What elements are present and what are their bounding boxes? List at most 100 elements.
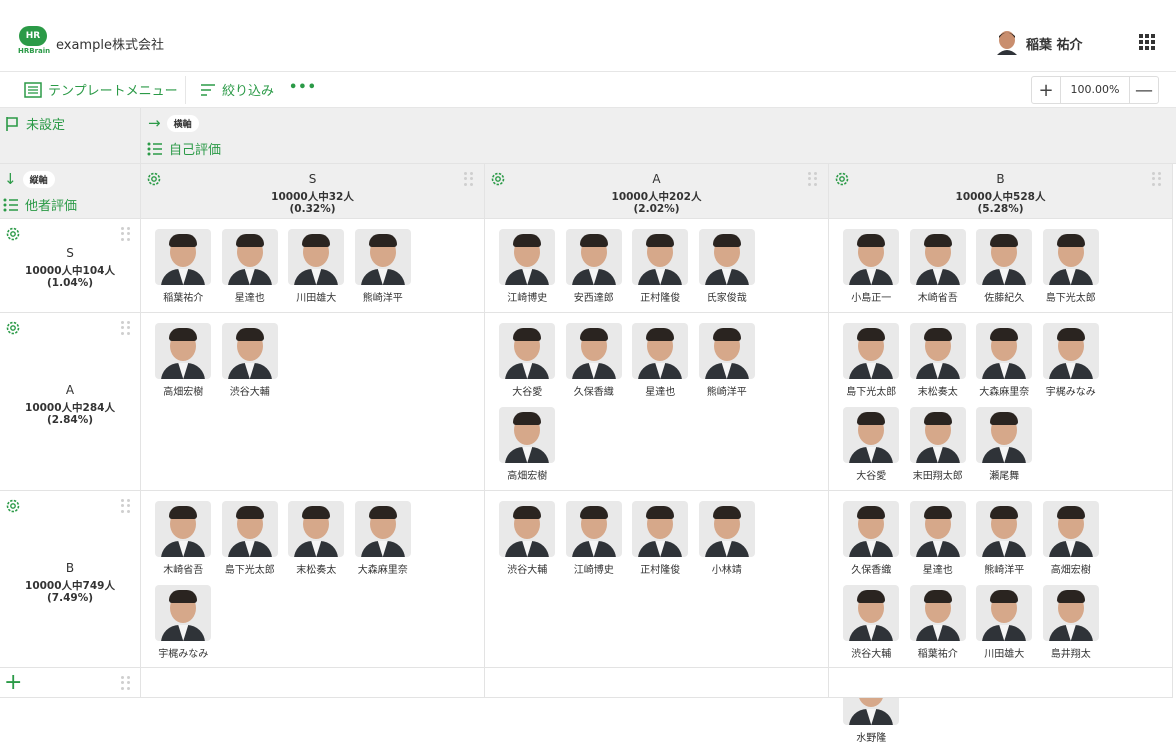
person-card[interactable]: 川田雄大 xyxy=(283,229,350,313)
person-photo xyxy=(909,407,966,463)
person-card[interactable]: 高畑宏樹 xyxy=(494,407,561,491)
person-card[interactable]: 熊崎洋平 xyxy=(350,229,417,313)
person-card[interactable]: 大谷愛 xyxy=(838,407,905,491)
grid-cell-a-s[interactable]: 高畑宏樹 渋谷大輔 xyxy=(141,313,485,491)
person-card[interactable]: 島下光太郎 xyxy=(217,501,284,585)
filter-button[interactable]: 絞り込み xyxy=(200,80,274,99)
add-row-icon[interactable]: + xyxy=(4,672,22,694)
person-card[interactable]: 末松奏太 xyxy=(905,323,972,407)
person-card[interactable]: 星達也 xyxy=(217,229,284,313)
logo-wordmark: HRBrain xyxy=(18,47,51,55)
gear-icon[interactable] xyxy=(5,320,21,336)
row-header-b[interactable]: B 10000人中749人 (7.49%) xyxy=(0,491,141,668)
person-card[interactable]: 渋谷大輔 xyxy=(494,501,561,585)
person-card[interactable]: 江崎博史 xyxy=(561,501,628,585)
drag-handle-icon[interactable] xyxy=(121,227,131,241)
y-axis-selector[interactable]: 他者評価 xyxy=(3,195,77,214)
column-header-s[interactable]: S 10000人中32人 (0.32%) xyxy=(141,164,485,219)
row-title: S xyxy=(66,246,74,260)
person-name: 熊崎洋平 xyxy=(362,293,403,304)
grid-cell-a-a[interactable]: 大谷愛 久保香織 星達也 熊崎洋平高畑宏樹 xyxy=(485,313,829,491)
person-name: 末松奏太 xyxy=(917,387,958,398)
person-card[interactable]: 稲葉祐介 xyxy=(905,585,972,669)
person-photo xyxy=(843,323,900,379)
gear-icon[interactable] xyxy=(5,226,21,242)
unset-corner[interactable]: 未設定 xyxy=(0,108,141,164)
grid-cell-a-b[interactable]: 島下光太郎 末松奏太 大森麻里奈 宇梶みなみ大谷愛 末田翔太郎 瀬尾舞 xyxy=(829,313,1173,491)
person-card[interactable]: 渋谷大輔 xyxy=(838,585,905,669)
person-name: 島下光太郎 xyxy=(846,387,897,398)
person-name: 江崎博史 xyxy=(573,565,614,576)
x-axis-selector[interactable]: 自己評価 xyxy=(147,139,221,158)
person-card[interactable]: 星達也 xyxy=(905,501,972,585)
unset-label: 未設定 xyxy=(26,118,66,133)
person-card[interactable]: 大森麻里奈 xyxy=(971,323,1038,407)
app-grid-icon[interactable] xyxy=(1139,34,1155,50)
person-card[interactable]: 高畑宏樹 xyxy=(1038,501,1105,585)
person-card[interactable]: 熊崎洋平 xyxy=(694,323,761,407)
grid-cell-s-a[interactable]: 江崎博史安西達郎正村隆俊氏家俊哉小林靖 xyxy=(485,219,829,388)
person-card[interactable]: 川田雄大 xyxy=(971,585,1038,669)
person-name: 渋谷大輔 xyxy=(851,649,892,660)
person-card[interactable]: 木崎省吾 xyxy=(150,501,217,585)
person-card[interactable]: 江崎博史 xyxy=(494,229,561,313)
person-card[interactable]: 宇梶みなみ xyxy=(150,585,217,669)
person-card[interactable]: 大谷愛 xyxy=(494,323,561,407)
grid-cell-s-b[interactable]: 小島正一木崎省吾佐藤紀久島下光太郎末田翔太郎 xyxy=(829,219,1173,388)
person-card[interactable]: 星達也 xyxy=(627,323,694,407)
grid-cell-s-s[interactable]: 稲葉祐介星達也川田雄大熊崎洋平島井翔太 xyxy=(141,219,485,388)
column-percent: (2.02%) xyxy=(633,203,680,215)
grid-cell-b-a[interactable]: 渋谷大輔 江崎博史 正村隆俊 小林靖 xyxy=(485,491,829,668)
person-card[interactable]: 小島正一 xyxy=(838,229,905,313)
person-card[interactable]: 宇梶みなみ xyxy=(1038,323,1105,407)
person-card[interactable]: 久保香織 xyxy=(561,323,628,407)
person-card[interactable]: 高畑宏樹 xyxy=(150,323,217,407)
more-options-button[interactable]: ••• xyxy=(289,80,317,95)
person-card[interactable]: 島下光太郎 xyxy=(1038,229,1105,313)
person-card[interactable]: 熊崎洋平 xyxy=(971,501,1038,585)
row-count: 10000人中104人 xyxy=(25,265,115,277)
toolbar-divider xyxy=(185,76,186,104)
zoom-out-button[interactable]: — xyxy=(1130,77,1158,103)
person-card[interactable]: 正村隆俊 xyxy=(627,229,694,313)
person-name: 江崎博史 xyxy=(507,293,548,304)
person-card[interactable]: 氏家俊哉 xyxy=(694,229,761,313)
person-card[interactable]: 稲葉祐介 xyxy=(150,229,217,313)
drag-handle-icon[interactable] xyxy=(121,676,131,690)
template-menu-button[interactable]: テンプレートメニュー xyxy=(24,80,178,99)
person-card[interactable]: 島井翔太 xyxy=(1038,585,1105,669)
person-name: 稲葉祐介 xyxy=(917,649,958,660)
zoom-in-button[interactable]: + xyxy=(1032,77,1060,103)
person-card[interactable]: 正村隆俊 xyxy=(627,501,694,585)
column-header-a[interactable]: A 10000人中202人 (2.02%) xyxy=(485,164,829,219)
grid-cell-b-b[interactable]: 久保香織 星達也 熊崎洋平 高畑宏樹 渋谷大輔 稲葉祐介 川田雄大 島井翔太 水野隆 xyxy=(829,491,1173,744)
person-photo xyxy=(565,501,622,557)
person-name: 熊崎洋平 xyxy=(706,387,747,398)
user-avatar[interactable] xyxy=(996,29,1018,55)
person-card[interactable]: 瀬尾舞 xyxy=(971,407,1038,491)
person-card[interactable]: 木崎省吾 xyxy=(905,229,972,313)
person-name: 渋谷大輔 xyxy=(229,387,270,398)
hrbrain-logo[interactable]: HR HRBrain xyxy=(18,26,50,58)
person-photo xyxy=(1042,501,1099,557)
person-photo xyxy=(565,323,622,379)
person-card[interactable]: 小林靖 xyxy=(694,501,761,585)
person-name: 星達也 xyxy=(645,387,676,398)
person-card[interactable]: 末田翔太郎 xyxy=(905,407,972,491)
drag-handle-icon[interactable] xyxy=(121,321,131,335)
person-card[interactable]: 大森麻里奈 xyxy=(350,501,417,585)
row-header-s[interactable]: S 10000人中104人 (1.04%) xyxy=(0,219,141,313)
column-header-b[interactable]: B 10000人中528人 (5.28%) xyxy=(829,164,1173,219)
person-card[interactable]: 佐藤紀久 xyxy=(971,229,1038,313)
user-name[interactable]: 稲葉 祐介 xyxy=(1026,34,1083,53)
row-header-a[interactable]: A 10000人中284人 (2.84%) xyxy=(0,313,141,491)
grid-cell-b-s[interactable]: 木崎省吾 島下光太郎 末松奏太 大森麻里奈宇梶みなみ xyxy=(141,491,485,668)
person-card[interactable]: 渋谷大輔 xyxy=(217,323,284,407)
person-card[interactable]: 島下光太郎 xyxy=(838,323,905,407)
person-card[interactable]: 安西達郎 xyxy=(561,229,628,313)
drag-handle-icon[interactable] xyxy=(121,499,131,513)
gear-icon[interactable] xyxy=(5,498,21,514)
person-card[interactable]: 末松奏太 xyxy=(283,501,350,585)
person-card[interactable]: 久保香織 xyxy=(838,501,905,585)
person-name: 氏家俊哉 xyxy=(706,293,747,304)
